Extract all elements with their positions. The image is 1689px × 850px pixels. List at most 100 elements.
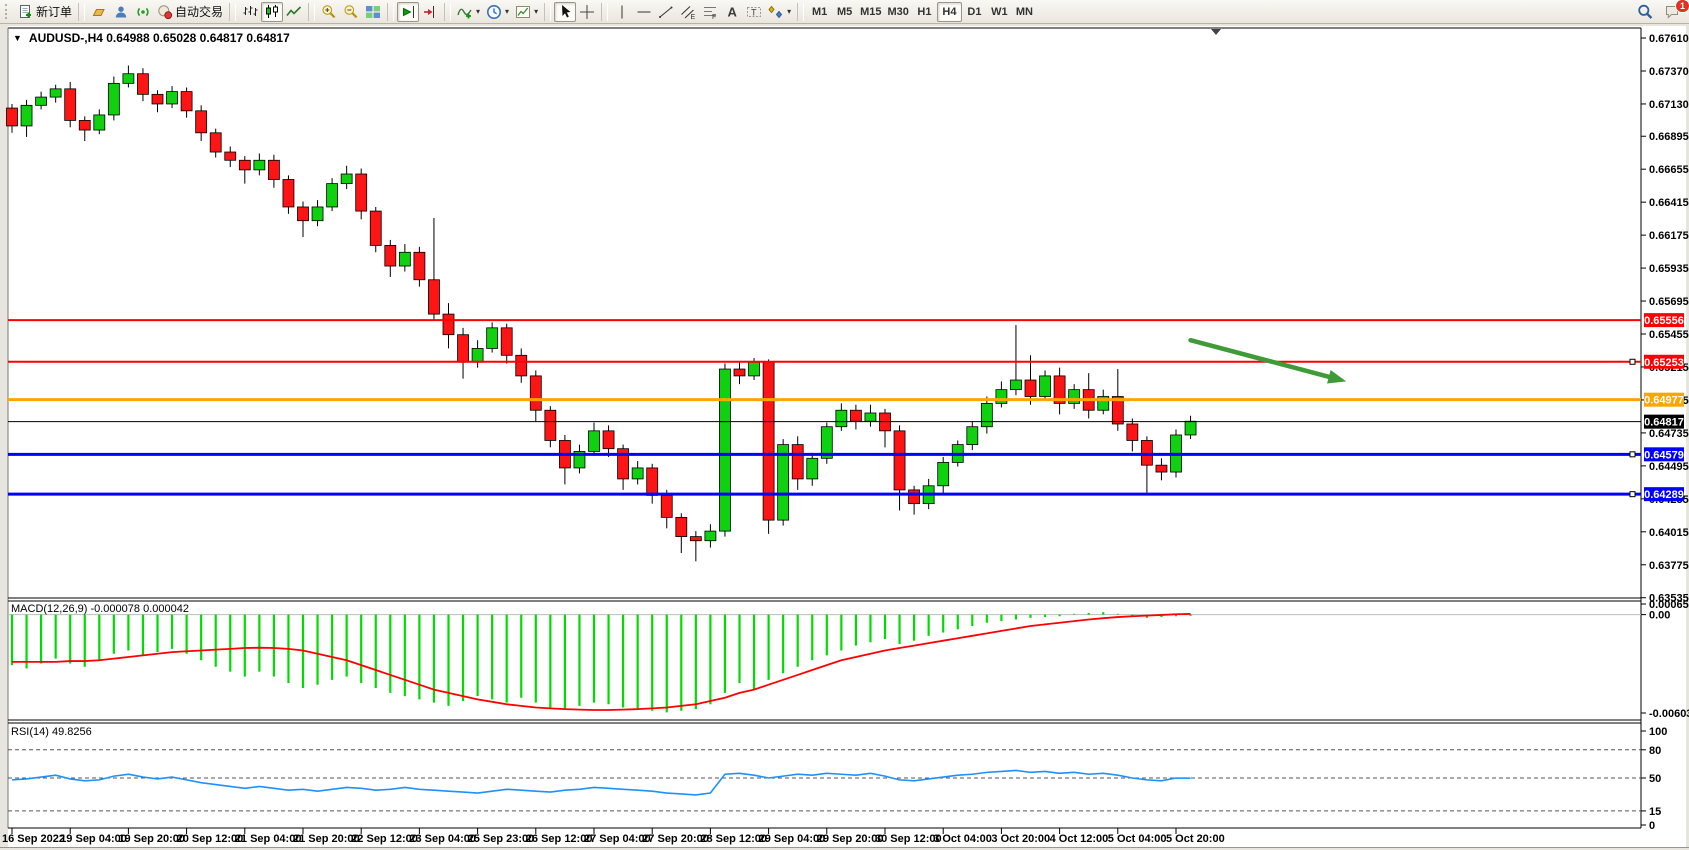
zoom-in-icon — [321, 4, 337, 20]
templates-button[interactable]: ▾ — [512, 2, 541, 22]
main-toolbar: 新订单 自动交易 ▾ ▾ ▾ EFAT ▾ M1M5M15M30H1H4 D1 W1 MN — [0, 0, 1689, 24]
line-handle[interactable] — [1630, 492, 1635, 497]
price-badge-label: 0.64817 — [1644, 417, 1684, 429]
autotrading-button[interactable]: 自动交易 — [154, 2, 226, 22]
toolbar-separator — [797, 3, 804, 21]
price-badge-label: 0.65253 — [1644, 357, 1684, 369]
chart-shift-button[interactable] — [419, 2, 441, 22]
fibonacci-button[interactable]: F — [699, 2, 721, 22]
tf-mn-button[interactable]: MN — [1012, 2, 1037, 22]
price-tick-label: 0.64495 — [1649, 461, 1689, 473]
candle-body — [1025, 380, 1036, 396]
tf-m15-button[interactable]: M15 — [857, 2, 884, 22]
toolbar-separator — [387, 3, 394, 21]
line-handle[interactable] — [1630, 359, 1635, 364]
cursor-button[interactable] — [554, 2, 576, 22]
shapes-button[interactable]: ▾ — [765, 2, 794, 22]
price-tick-label: 0.65455 — [1649, 329, 1689, 341]
trendline-button[interactable] — [655, 2, 677, 22]
candle-body — [21, 105, 32, 126]
candle-body — [94, 115, 105, 130]
price-tick-label: 0.63775 — [1649, 560, 1689, 572]
trendline-icon — [658, 4, 674, 20]
price-tick-label: 0.64735 — [1649, 428, 1689, 440]
crosshair-icon — [579, 4, 595, 20]
rsi-indicator-label: RSI(14) 49.8256 — [11, 726, 92, 738]
chart-background[interactable] — [8, 26, 1686, 847]
dropdown-caret[interactable]: ▾ — [534, 7, 538, 16]
tf-m30-button[interactable]: M30 — [885, 2, 912, 22]
price-badge-0.64977: 0.64977 — [1644, 393, 1684, 407]
vertical-line-button[interactable] — [611, 2, 633, 22]
candle-body — [996, 390, 1007, 404]
tf-m5-button[interactable]: M5 — [832, 2, 857, 22]
candlestick-button[interactable] — [261, 2, 283, 22]
candle-body — [967, 427, 978, 445]
candle-body — [167, 92, 178, 104]
candle-body — [647, 468, 658, 495]
periods-button[interactable]: ▾ — [483, 2, 512, 22]
rsi-axis-label: 100 — [1649, 726, 1667, 738]
market-button[interactable] — [88, 2, 110, 22]
price-tick-label: 0.66895 — [1649, 131, 1689, 143]
crosshair-button[interactable] — [576, 2, 598, 22]
price-tick-label: 0.65695 — [1649, 296, 1689, 308]
toolbar-right: 1 — [1635, 0, 1683, 23]
time-tick-label: 26 Sep 12:00 — [526, 833, 593, 845]
toolbar-drag-handle — [5, 4, 12, 19]
chart-canvas[interactable]: 0.676100.673700.671300.668950.666550.664… — [0, 0, 1689, 850]
line-chart-button[interactable] — [283, 2, 305, 22]
button-label: W1 — [991, 6, 1008, 18]
candle-body — [181, 92, 192, 111]
toolbar-separator — [544, 3, 551, 21]
candle-body — [530, 376, 541, 410]
candle-body — [399, 252, 410, 266]
horizontal-line-button[interactable] — [633, 2, 655, 22]
candle-body — [676, 517, 687, 536]
candle-body — [894, 431, 905, 490]
bar-chart-button[interactable] — [239, 2, 261, 22]
price-badge-label: 0.64579 — [1644, 449, 1684, 461]
search-button[interactable] — [1635, 2, 1655, 22]
dropdown-caret[interactable]: ▾ — [476, 7, 480, 16]
notifications-button[interactable]: 1 — [1663, 2, 1683, 22]
candle-body — [327, 184, 338, 207]
rsi-axis-label: 50 — [1649, 773, 1661, 785]
price-badge-label: 0.64289 — [1644, 489, 1684, 501]
line-handle[interactable] — [1630, 452, 1635, 457]
candle-body — [836, 410, 847, 426]
candle-body — [589, 431, 600, 452]
time-tick-label: 20 Sep 12:00 — [177, 833, 244, 845]
channel-button[interactable]: E — [677, 2, 699, 22]
auto-scroll-button[interactable] — [397, 2, 419, 22]
tf-h1-button[interactable]: H1 — [912, 2, 937, 22]
tf-m1-button[interactable]: M1 — [807, 2, 832, 22]
tf-h4-button[interactable]: H4 — [937, 2, 962, 22]
candle-body — [36, 97, 47, 105]
indicators-button[interactable]: ▾ — [454, 2, 483, 22]
candle-body — [137, 74, 148, 95]
label-button[interactable]: T — [743, 2, 765, 22]
metaeditor-button[interactable] — [110, 2, 132, 22]
time-tick-label: 29 Sep 20:00 — [817, 833, 884, 845]
tf-d1-button[interactable]: D1 — [962, 2, 987, 22]
dropdown-caret[interactable]: ▾ — [787, 7, 791, 16]
zoom-out-button[interactable] — [340, 2, 362, 22]
text-button[interactable]: A — [721, 2, 743, 22]
dropdown-caret[interactable]: ▾ — [505, 7, 509, 16]
price-tick-label: 0.66175 — [1649, 230, 1689, 242]
button-label: D1 — [967, 6, 981, 18]
candle-body — [298, 207, 309, 221]
new-order-icon — [18, 4, 34, 20]
candle-body — [225, 152, 236, 160]
template-icon — [515, 4, 531, 20]
symbol-dropdown-caret[interactable]: ▼ — [13, 33, 22, 43]
tile-windows-button[interactable] — [362, 2, 384, 22]
zoom-in-button[interactable] — [318, 2, 340, 22]
chart-title-row: ▼ AUDUSD-,H4 0.64988 0.65028 0.64817 0.6… — [13, 31, 290, 45]
tf-w1-button[interactable]: W1 — [987, 2, 1012, 22]
signals-button[interactable] — [132, 2, 154, 22]
cursor-icon — [557, 4, 573, 20]
new-order-button[interactable]: 新订单 — [15, 2, 75, 22]
price-tick-label: 0.67370 — [1649, 66, 1689, 78]
